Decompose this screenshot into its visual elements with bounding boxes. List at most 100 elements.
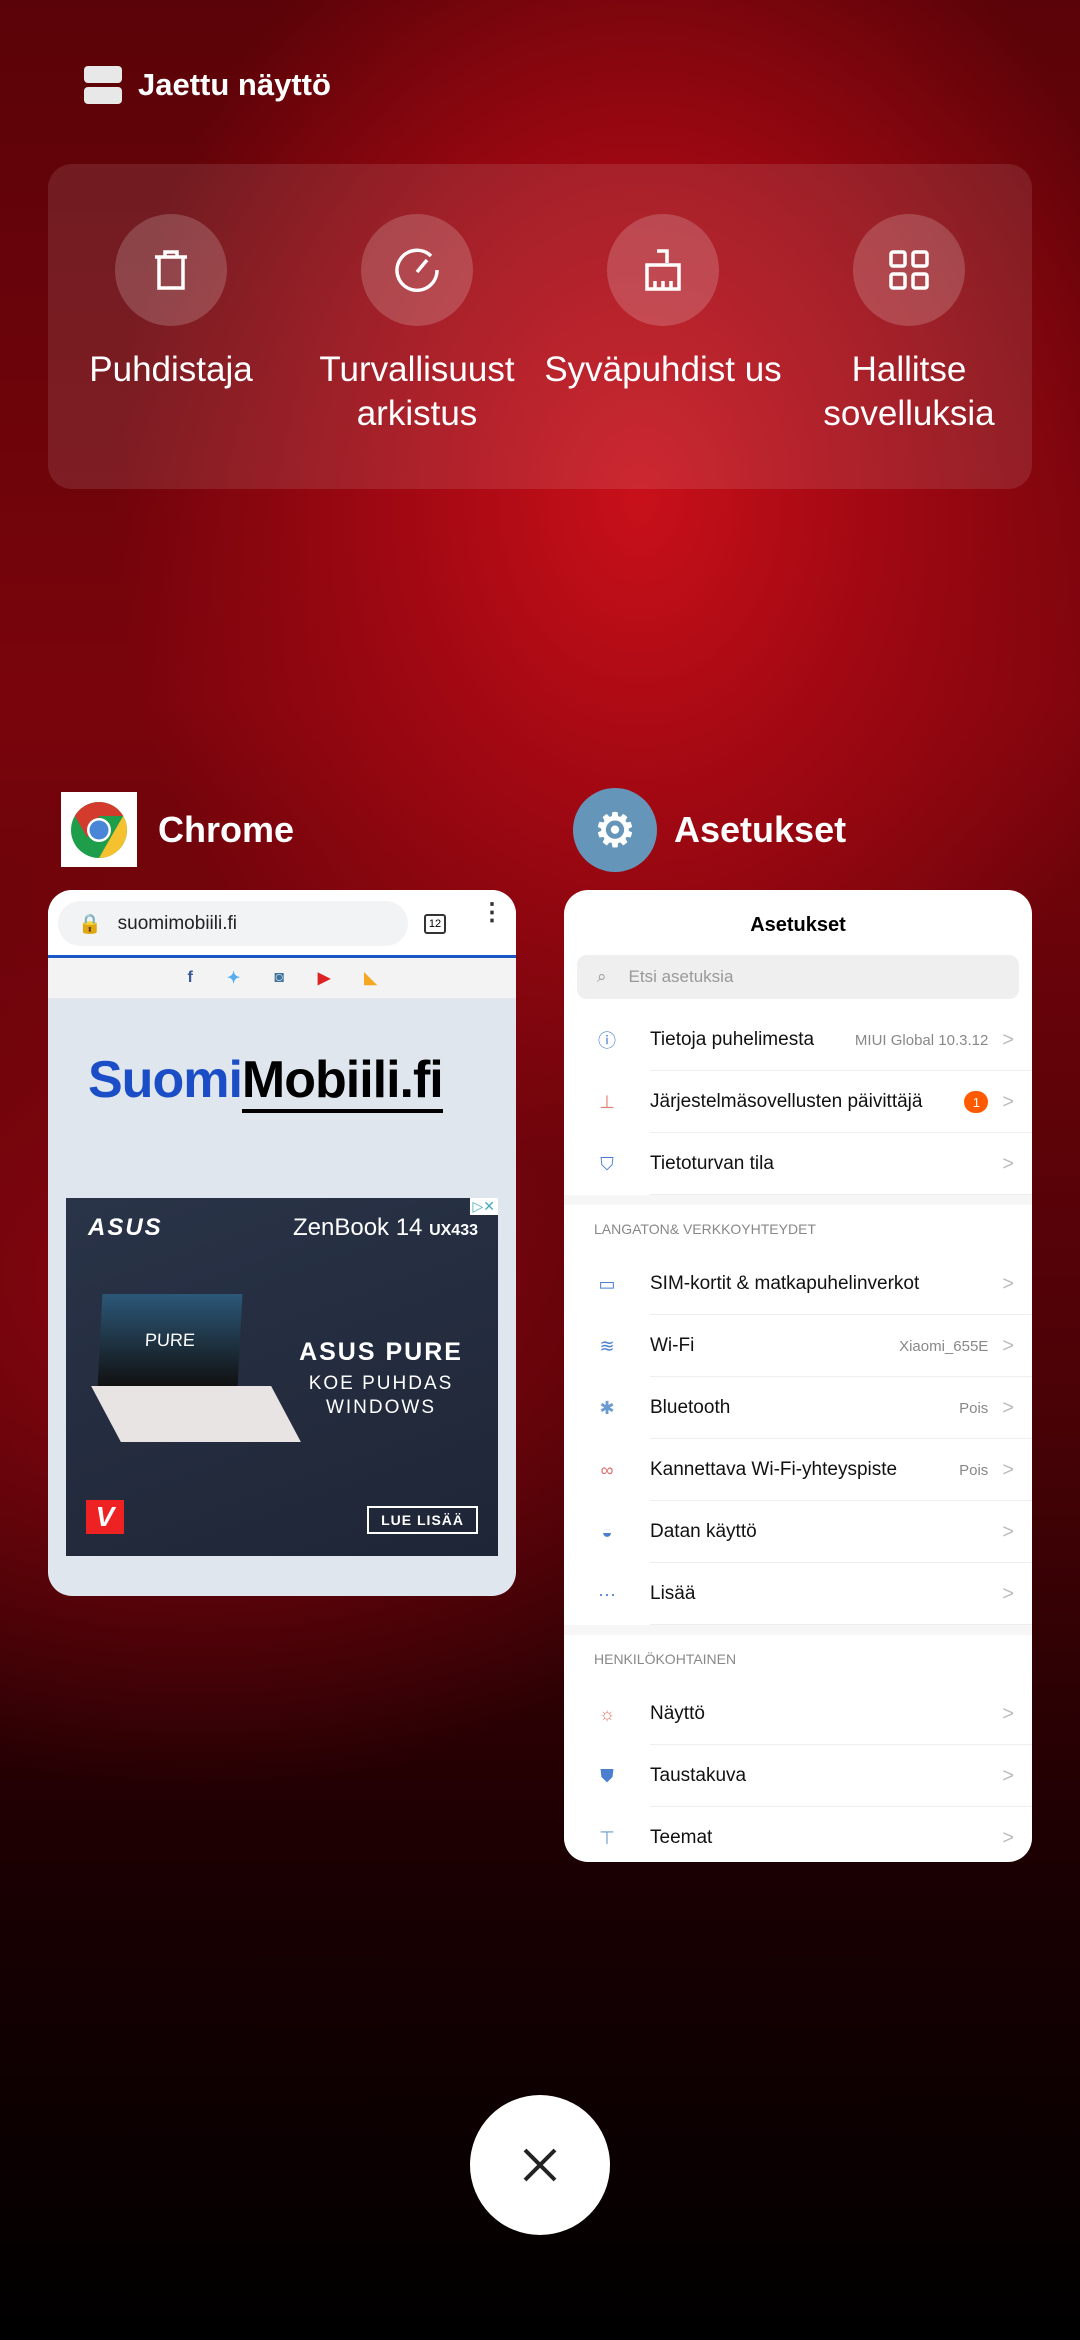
chevron-right-icon: >: [1002, 1702, 1014, 1725]
data-usage-icon: ◒: [601, 1521, 613, 1542]
chevron-right-icon: >: [1002, 1520, 1014, 1543]
chevron-right-icon: >: [1002, 1334, 1014, 1357]
settings-item[interactable]: ⛊ Taustakuva >: [564, 1745, 1032, 1807]
settings-item[interactable]: ⓘ Tietoja puhelimesta MIUI Global 10.3.12 >: [564, 1009, 1032, 1071]
split-screen-icon: [84, 66, 122, 104]
ad-choices-close-icon[interactable]: ▷✕: [469, 1198, 498, 1215]
close-all-button[interactable]: [470, 2095, 610, 2235]
settings-item-label: Datan käyttö: [650, 1521, 757, 1542]
search-placeholder: Etsi asetuksia: [628, 967, 734, 986]
section-header: HENKILÖKOHTAINEN: [564, 1625, 1032, 1683]
url-bar: 🔒 suomimobiili.fi: [58, 901, 408, 946]
apps-grid-icon: [853, 214, 965, 326]
settings-item-label: Wi-Fi: [650, 1335, 695, 1356]
chevron-right-icon: >: [1002, 1582, 1014, 1605]
instagram-icon: ◙: [274, 969, 284, 986]
ad-cta-button[interactable]: LUE LISÄÄ: [367, 1506, 478, 1534]
chevron-right-icon: >: [1002, 1764, 1014, 1787]
ad-headline: ASUS PURE: [299, 1338, 463, 1366]
url-text: suomimobiili.fi: [117, 912, 237, 934]
chevron-right-icon: >: [1002, 1458, 1014, 1481]
settings-title: Asetukset: [750, 914, 846, 936]
section-header: LANGATON& VERKKOYHTEYDET: [564, 1195, 1032, 1253]
settings-item-label: Teemat: [650, 1827, 713, 1848]
ad-model: ZenBook 14: [292, 1214, 423, 1241]
settings-item-label: Järjestelmäsovellusten päivittäjä: [650, 1091, 923, 1112]
shield-icon: ⛉: [600, 1153, 614, 1174]
settings-app-card[interactable]: Asetukset ⌕ Etsi asetuksia ⓘ Tietoja puhel…: [564, 890, 1032, 1862]
lock-icon: 🔒: [78, 913, 102, 935]
settings-item[interactable]: ⛉ Tietoturvan tila >: [564, 1133, 1032, 1195]
close-icon: [523, 2148, 557, 2182]
chevron-right-icon: >: [1002, 1272, 1014, 1295]
update-badge: 1: [964, 1091, 989, 1113]
split-screen-label: Jaettu näyttö: [138, 67, 331, 102]
settings-item-label: Näyttö: [650, 1703, 705, 1724]
tool-deep-clean[interactable]: Syväpuhdist us: [540, 214, 786, 392]
wifi-icon: ≋: [599, 1335, 615, 1356]
rss-icon: ◣: [364, 970, 377, 987]
settings-item-label: Tietoja puhelimesta: [650, 1029, 815, 1050]
themes-icon: ⊤: [599, 1827, 615, 1848]
settings-item[interactable]: ☼ Näyttö >: [564, 1683, 1032, 1745]
settings-item-label: Bluetooth: [650, 1397, 731, 1418]
settings-item[interactable]: ··· Lisää >: [564, 1563, 1032, 1625]
tool-label: Hallitse sovelluksia: [823, 350, 995, 433]
settings-item[interactable]: ◒ Datan käyttö >: [564, 1501, 1032, 1563]
quick-tools-panel: Puhdistaja Turvallisuust arkistus Syväpu…: [48, 164, 1032, 489]
laptop-image: PURE: [97, 1294, 243, 1386]
chrome-app-card[interactable]: 🔒 suomimobiili.fi 12 ⋮ f ✦ ◙ ▶ ◣ SuomiMob…: [48, 890, 516, 1596]
trash-icon: [115, 214, 227, 326]
bluetooth-icon: ✱: [599, 1397, 615, 1418]
settings-item-label: Tietoturvan tila: [650, 1153, 774, 1174]
chrome-app-header[interactable]: Chrome: [61, 792, 294, 867]
gauge-icon: [361, 214, 473, 326]
chevron-right-icon: >: [1002, 1396, 1014, 1419]
social-links: f ✦ ◙ ▶ ◣: [48, 958, 516, 998]
youtube-icon: ▶: [317, 970, 331, 987]
ad-line: KOE PUHDAS: [308, 1373, 454, 1394]
settings-app-header[interactable]: ⚙ Asetukset: [573, 788, 846, 872]
laptop-keyboard: [91, 1386, 301, 1442]
tab-count-button: 12: [424, 914, 446, 934]
chrome-icon: [61, 792, 137, 867]
settings-item-label: SIM-kortit & matkapuhelinverkot: [650, 1273, 920, 1294]
gear-icon: ⚙: [573, 788, 657, 872]
hotspot-icon: ∞: [600, 1459, 614, 1480]
update-icon: ⊥: [599, 1091, 615, 1112]
tool-manage-apps[interactable]: Hallitse sovelluksia: [786, 214, 1032, 436]
tool-label: Syväpuhdist us: [544, 350, 782, 389]
tool-security[interactable]: Turvallisuust arkistus: [294, 214, 540, 436]
settings-search: ⌕ Etsi asetuksia: [577, 955, 1019, 999]
settings-item[interactable]: ∞ Kannettava Wi-Fi-yhteyspiste Pois >: [564, 1439, 1032, 1501]
split-screen-button[interactable]: Jaettu näyttö: [84, 66, 331, 104]
wallpaper-icon: ⛊: [600, 1765, 614, 1786]
ad-retailer-logo: V: [86, 1500, 124, 1534]
settings-item-value: Xiaomi_655E: [899, 1337, 989, 1355]
chevron-right-icon: >: [1002, 1152, 1014, 1175]
site-logo: SuomiMobiili.fi: [88, 1050, 444, 1113]
chevron-right-icon: >: [1002, 1826, 1014, 1849]
display-icon: ☼: [598, 1703, 616, 1724]
brush-icon: [607, 214, 719, 326]
settings-app-name: Asetukset: [674, 809, 847, 850]
settings-item[interactable]: ≋ Wi-Fi Xiaomi_655E >: [564, 1315, 1032, 1377]
chevron-right-icon: >: [1002, 1090, 1014, 1113]
settings-item-label: Lisää: [650, 1583, 696, 1604]
settings-item-label: Kannettava Wi-Fi-yhteyspiste: [650, 1459, 898, 1480]
twitter-icon: ✦: [226, 970, 241, 987]
settings-item-value: MIUI Global 10.3.12: [854, 1031, 989, 1049]
tool-cleaner[interactable]: Puhdistaja: [48, 214, 294, 392]
logo-part: Mobiili.fi: [241, 1051, 444, 1113]
settings-item[interactable]: ⊥ Järjestelmäsovellusten päivittäjä 1 >: [564, 1071, 1032, 1133]
tool-label: Puhdistaja: [89, 350, 253, 389]
settings-item[interactable]: ⊤ Teemat >: [564, 1807, 1032, 1862]
info-icon: ⓘ: [598, 1031, 616, 1051]
settings-item[interactable]: ▭ SIM-kortit & matkapuhelinverkot >: [564, 1253, 1032, 1315]
ad-line: WINDOWS: [325, 1397, 437, 1418]
chevron-right-icon: >: [1002, 1028, 1014, 1051]
chrome-app-name: Chrome: [158, 808, 295, 850]
search-icon: ⌕: [597, 967, 607, 986]
settings-item[interactable]: ✱ Bluetooth Pois >: [564, 1377, 1032, 1439]
ad-model-code: UX433: [429, 1222, 478, 1239]
